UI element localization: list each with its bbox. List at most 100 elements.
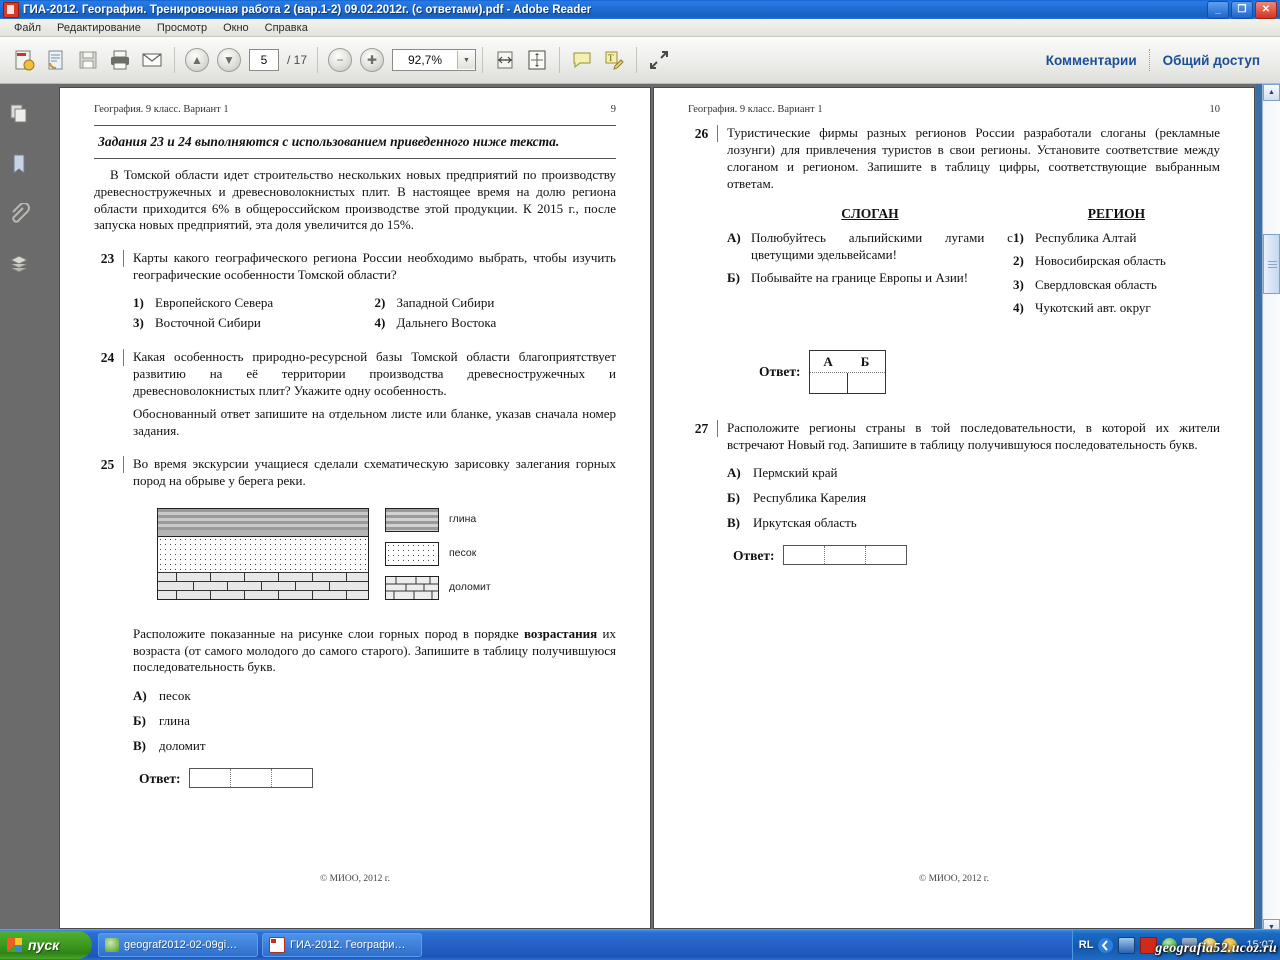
question-23-option-4[interactable]: 4) Дальнего Востока [375,313,617,333]
region-item-1[interactable]: 1) Республика Алтай [1013,230,1220,246]
question-23-option-2[interactable]: 2) Западной Сибири [375,293,617,313]
scrollbar-thumb[interactable] [1263,234,1280,294]
question-24-text: Какая особенность природно-ресурсной баз… [133,349,616,399]
share-button[interactable]: Общий доступ [1151,53,1272,68]
show-hidden-icons-icon[interactable] [1098,937,1114,953]
zoom-level-combobox[interactable]: 92,7% ▼ [392,49,477,71]
region-item-4[interactable]: 4) Чукотский авт. округ [1013,300,1220,316]
highlight-text-icon[interactable]: T [600,46,628,74]
option-marker: 4) [1012,300,1024,316]
question-25-option-a[interactable]: А) песок [133,684,616,709]
chevron-down-icon[interactable]: ▼ [457,51,476,69]
answer-cell-2[interactable] [230,769,272,788]
fit-page-icon[interactable] [523,46,551,74]
answer-cell-3[interactable] [271,769,312,788]
dolomite-layer [158,571,368,599]
answer-table[interactable] [782,545,907,566]
legend-row-clay: глина [385,507,491,532]
combine-files-icon[interactable] [42,46,70,74]
option-marker: В) [727,514,740,530]
question-27-options: А) Пермский край Б) Республика Карелия В… [727,461,1220,535]
zoom-out-button[interactable]: − [326,46,354,74]
bookmarks-icon[interactable] [0,144,38,184]
attachments-icon[interactable] [0,194,38,234]
region-item-2[interactable]: 2) Новосибирская область [1013,253,1220,269]
answer-cell-1[interactable] [783,546,825,565]
layers-icon[interactable] [0,244,38,284]
answer-table[interactable] [188,768,313,789]
question-23-option-1[interactable]: 1) Европейского Севера [133,293,375,313]
answer-cell-3[interactable] [865,546,906,565]
sticky-note-icon[interactable] [568,46,596,74]
page-header-number: 10 [1209,104,1221,115]
menu-item-edit[interactable]: Редактирование [49,21,149,35]
maximize-button[interactable]: ❐ [1231,0,1253,19]
pdf-viewport[interactable]: География. 9 класс. Вариант 1 9 Задания … [38,84,1256,936]
question-26-text: Туристические фирмы разных регионов Росс… [727,125,1220,191]
close-button[interactable]: ✕ [1255,0,1277,19]
question-26: 26 Туристические фирмы разных регионов Р… [688,125,1220,394]
prompt-part-1: Расположите показанные на рисунке слои г… [133,625,524,641]
question-25-option-b[interactable]: Б) глина [133,709,616,734]
answer-grid[interactable]: А Б [808,349,886,394]
option-label: песок [159,688,191,704]
vertical-scrollbar[interactable]: ▲ ▼ [1262,84,1280,936]
taskbar-item-label: ГИА-2012. Географи… [290,939,406,951]
question-25-option-v[interactable]: В) доломит [133,734,616,759]
question-23-option-3[interactable]: 3) Восточной Сибири [133,313,375,333]
previous-page-button[interactable]: ▲ [183,46,211,74]
taskbar-item-pdf[interactable]: ГИА-2012. Географи… [262,933,422,957]
question-26-columns: А) Полюбуйтесь альпийскими лугами с цвет… [727,230,1220,324]
minimize-button[interactable]: _ [1207,0,1229,19]
answer-cell-2[interactable] [824,546,866,565]
menu-item-window[interactable]: Окно [215,21,257,35]
fit-width-icon[interactable] [491,46,519,74]
question-27-option-v[interactable]: В) Иркутская область [727,511,1220,536]
menu-item-help[interactable]: Справка [257,21,316,35]
slogan-item-a[interactable]: А) Полюбуйтесь альпийскими лугами с цвет… [727,230,1013,264]
option-label: Свердловская область [1034,276,1157,292]
read-mode-icon[interactable] [645,46,673,74]
option-marker: А) [727,465,741,481]
save-icon[interactable] [74,46,102,74]
answer-cell-1[interactable] [189,769,231,788]
create-pdf-icon[interactable] [10,46,38,74]
start-button-label: пуск [28,937,60,953]
question-27-option-b[interactable]: Б) Республика Карелия [727,486,1220,511]
monitor-icon[interactable] [1118,936,1136,954]
start-button[interactable]: пуск [0,931,92,959]
toolbar-separator [317,47,319,73]
option-marker: 2) [1012,253,1024,269]
menu-item-file[interactable]: Файл [6,21,49,35]
comments-button[interactable]: Комментарии [1034,53,1149,68]
zoom-in-button[interactable]: ✚ [358,46,386,74]
language-indicator[interactable]: RL [1079,939,1094,951]
option-label: глина [159,713,190,729]
up-arrow-icon: ▲ [185,48,209,72]
toolbar-separator [559,47,561,73]
scroll-up-button[interactable]: ▲ [1263,84,1280,101]
email-icon[interactable] [138,46,166,74]
page-number-input[interactable]: 5 [249,49,279,71]
region-item-3[interactable]: 3) Свердловская область [1013,277,1220,293]
site-watermark: geografia52.ucoz.ru [1155,941,1277,956]
question-25-text: Во время экскурсии учащиеся сделали схем… [133,455,616,488]
answer-cell-a[interactable] [810,372,848,393]
answer-cell-b[interactable] [848,373,885,393]
legend-label-sand: песок [449,546,477,559]
taskbar-item-browser[interactable]: geograf2012-02-09gi… [98,933,258,957]
desktop: ГИА-2012. География. Тренировочная работ… [0,0,1280,960]
question-27-option-a[interactable]: А) Пермский край [727,461,1220,486]
slogan-item-b[interactable]: Б) Побывайте на границе Европы и Азии! [727,270,1013,287]
answer-grid-header-b: Б [860,353,870,369]
print-icon[interactable] [106,46,134,74]
slogan-column: А) Полюбуйтесь альпийскими лугами с цвет… [727,230,1013,324]
menu-item-view[interactable]: Просмотр [149,21,215,35]
answer-grid-body [809,371,885,393]
option-marker: 3) [133,315,144,331]
page-thumbnails-icon[interactable] [0,94,38,134]
clay-layer [158,508,368,537]
question-23-body: Карты какого географического региона Рос… [133,250,616,333]
next-page-button[interactable]: ▼ [215,46,243,74]
region-column: 1) Республика Алтай 2) Новосибирская обл… [1013,230,1220,324]
